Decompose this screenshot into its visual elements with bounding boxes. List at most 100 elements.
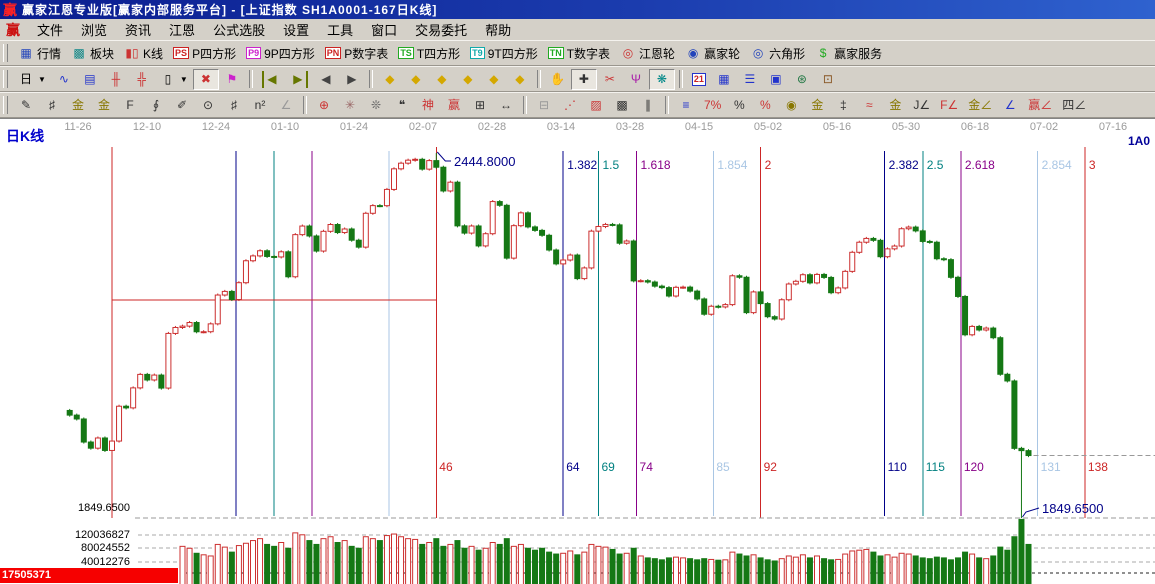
candle-style-button-dropdown-icon[interactable]: ▼ <box>180 75 188 84</box>
gold-grid-a-icon[interactable]: 金 <box>65 95 91 116</box>
menu-item-9[interactable]: 帮助 <box>476 21 520 40</box>
memo-icon[interactable]: ☰ <box>737 69 763 90</box>
tick-ruler-icon[interactable]: ♯ <box>221 95 247 116</box>
hexagon-button[interactable]: ◎六角形 <box>745 43 810 64</box>
winner-wheel-button[interactable]: ◉赢家轮 <box>680 43 745 64</box>
window-titlebar[interactable]: 赢 赢家江恩专业版[赢家内部服务平台] - [上证指数 SH1A0001-167… <box>0 0 1155 19</box>
save-icon[interactable]: ▣ <box>763 69 789 90</box>
brush-tool-icon[interactable]: ✐ <box>169 95 195 116</box>
last-bar-icon[interactable]: ▶ <box>285 69 313 90</box>
star-web-icon[interactable]: ✳ <box>337 95 363 116</box>
gann-body-icon[interactable]: Ψ <box>623 69 649 90</box>
chart-wave-icon[interactable]: ∿ <box>51 69 77 90</box>
flag-icon[interactable]: ⚑ <box>219 69 245 90</box>
kline-button[interactable]: ▮▯K线 <box>119 43 168 64</box>
angle-gold-icon[interactable]: 金∠ <box>963 95 997 116</box>
number-grid-icon[interactable]: ⊞ <box>467 95 493 116</box>
p-number-table-button[interactable]: PNP数字表 <box>320 43 394 64</box>
toolbar-grip[interactable] <box>3 44 8 62</box>
fan-lines-icon[interactable]: ⋰ <box>557 95 583 116</box>
candle-style-button[interactable]: ▯▼ <box>155 69 193 90</box>
gold-circle-icon[interactable]: ◉ <box>778 95 804 116</box>
pen-tool-icon[interactable]: ✎ <box>13 95 39 116</box>
menu-item-7[interactable]: 窗口 <box>362 21 406 40</box>
angle-four-icon[interactable]: 四∠ <box>1057 95 1091 116</box>
trough-leader-line <box>1022 508 1039 517</box>
gold-line-icon[interactable]: 金 <box>804 95 830 116</box>
period-day-button-dropdown-icon[interactable]: ▼ <box>38 75 46 84</box>
9t-square-button[interactable]: T99T四方形 <box>465 43 543 64</box>
toolbar-grip[interactable] <box>3 70 8 88</box>
span-arrows-icon[interactable]: ↔ <box>493 95 519 116</box>
percent7-icon[interactable]: 7% <box>699 95 726 116</box>
ruler-grid-icon[interactable]: ♯ <box>39 95 65 116</box>
diamond-zoom-out-icon[interactable]: ◆ <box>507 69 533 90</box>
angle-win-icon[interactable]: 赢∠ <box>1023 95 1057 116</box>
date-tick-11-26: 11-26 <box>64 121 91 133</box>
net-sync-icon[interactable]: ⊛ <box>789 69 815 90</box>
t-square-button[interactable]: TST四方形 <box>393 43 465 64</box>
quotes-button[interactable]: ▦行情 <box>13 43 66 64</box>
angle-speed-icon[interactable]: ∠ <box>997 95 1023 116</box>
menu-item-2[interactable]: 资讯 <box>116 21 160 40</box>
god-grid-icon[interactable]: 神 <box>415 95 441 116</box>
menu-item-4[interactable]: 公式选股 <box>204 21 274 40</box>
angle-j-icon[interactable]: J∠ <box>908 95 935 116</box>
menu-item-8[interactable]: 交易委托 <box>406 21 476 40</box>
percent-line-icon[interactable]: % <box>752 95 778 116</box>
user-data-icon[interactable]: ⊡ <box>815 69 841 90</box>
prev-bar-icon[interactable]: ◀ <box>313 69 339 90</box>
menu-item-5[interactable]: 设置 <box>274 21 318 40</box>
delete-draw-icon[interactable]: ✂ <box>597 69 623 90</box>
angle-f-icon[interactable]: F∠ <box>935 95 963 116</box>
spiral-tool-icon[interactable]: ∮ <box>143 95 169 116</box>
delete-cross-icon[interactable]: ✖ <box>193 69 219 90</box>
menu-item-6[interactable]: 工具 <box>318 21 362 40</box>
marker-tool-icon[interactable]: ❝ <box>389 95 415 116</box>
fan-grid-icon[interactable]: ▨ <box>583 95 609 116</box>
n-square-icon[interactable]: n² <box>247 95 273 116</box>
period-day-button[interactable]: 日▼ <box>13 69 51 90</box>
gann-wheel-button[interactable]: ◎江恩轮 <box>615 43 680 64</box>
box-tool-icon[interactable]: ⊟ <box>531 95 557 116</box>
menu-item-3[interactable]: 江恩 <box>160 21 204 40</box>
smart-brain-icon[interactable]: ❋ <box>649 69 675 90</box>
measure-icon[interactable]: ‡ <box>830 95 856 116</box>
winner-service-button[interactable]: $赢家服务 <box>810 43 887 64</box>
t-number-table-button[interactable]: TNT数字表 <box>543 43 615 64</box>
9p-square-button[interactable]: P99P四方形 <box>241 43 320 64</box>
toolbar-grip[interactable] <box>3 96 8 114</box>
hand-drag-icon[interactable]: ✋ <box>545 69 571 90</box>
wave-band-icon[interactable]: ≈ <box>856 95 882 116</box>
gold-grid-b-icon[interactable]: 金 <box>91 95 117 116</box>
diamond-expand-icon[interactable]: ◆ <box>429 69 455 90</box>
calculator-icon[interactable]: ▦ <box>711 69 737 90</box>
next-bar-icon[interactable]: ▶ <box>339 69 365 90</box>
info-note-icon[interactable]: ▤ <box>77 69 103 90</box>
kline-small3-icon[interactable]: ╫ <box>103 69 129 90</box>
sectors-button[interactable]: ▩板块 <box>66 43 119 64</box>
kline-chart[interactable]: 461.382641.5691.618741.854852922.3821102… <box>0 119 1155 584</box>
angle-ruler-icon[interactable]: ∠ <box>273 95 299 116</box>
menu-item-0[interactable]: 文件 <box>28 21 72 40</box>
diamond-zoom-in-icon[interactable]: ◆ <box>481 69 507 90</box>
gann-target-icon[interactable]: ⊕ <box>311 95 337 116</box>
diamond-shift-right-icon[interactable]: ◆ <box>403 69 429 90</box>
crosshair-icon[interactable]: ✚ <box>571 69 597 90</box>
gold-band-icon[interactable]: 金 <box>882 95 908 116</box>
diamond-shift-left-icon[interactable]: ◆ <box>377 69 403 90</box>
percent-icon[interactable]: % <box>726 95 752 116</box>
menu-item-1[interactable]: 浏览 <box>72 21 116 40</box>
p-square-button[interactable]: PSP四方形 <box>168 43 241 64</box>
diamond-compress-icon[interactable]: ◆ <box>455 69 481 90</box>
gann-table-icon[interactable]: ≡ <box>673 95 699 116</box>
spider-web-icon[interactable]: ❊ <box>363 95 389 116</box>
f-grid-icon[interactable]: F <box>117 95 143 116</box>
calendar-icon[interactable]: 21 <box>687 71 711 88</box>
parallel-lines-icon[interactable]: ∥ <box>635 95 661 116</box>
time-circle-icon[interactable]: ⊙ <box>195 95 221 116</box>
fan-box-icon[interactable]: ▩ <box>609 95 635 116</box>
first-bar-icon[interactable]: ◀ <box>257 69 285 90</box>
win-grid-icon[interactable]: 赢 <box>441 95 467 116</box>
kline-small9-icon[interactable]: ╬ <box>129 69 155 90</box>
